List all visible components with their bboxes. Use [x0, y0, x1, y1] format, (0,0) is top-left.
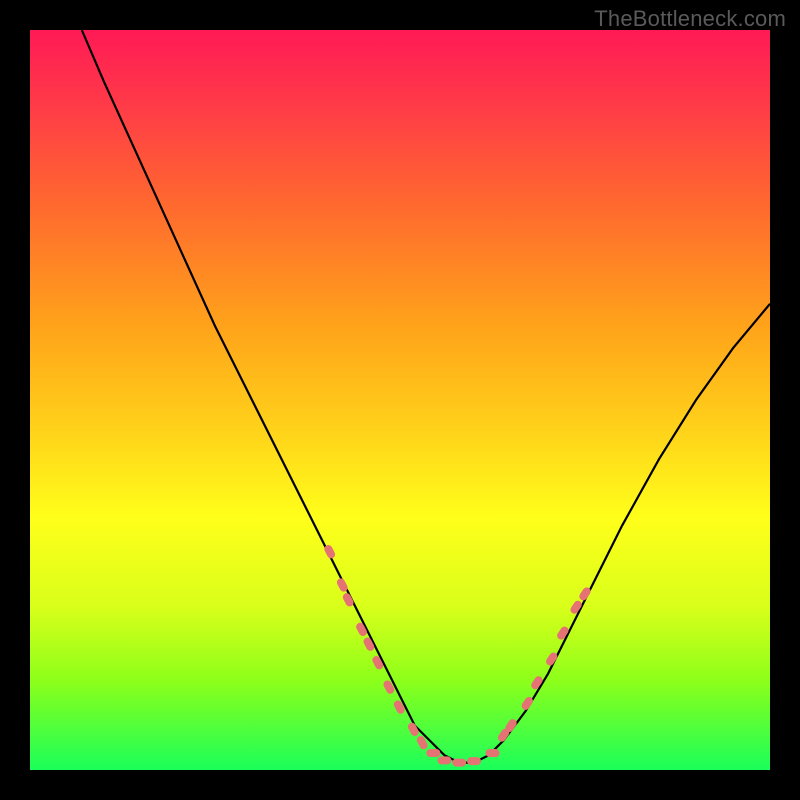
- chart-curve: [82, 30, 770, 763]
- chart-dot: [467, 757, 481, 765]
- chart-dot: [486, 749, 500, 757]
- chart-dot: [452, 759, 466, 767]
- watermark-text: TheBottleneck.com: [594, 6, 786, 32]
- chart-dot: [437, 756, 451, 764]
- chart-dot: [426, 749, 440, 757]
- chart-dot: [544, 651, 558, 667]
- chart-frame: TheBottleneck.com: [0, 0, 800, 800]
- chart-svg: [30, 30, 770, 770]
- chart-dots: [323, 544, 592, 767]
- chart-plot-area: [30, 30, 770, 770]
- chart-dot: [392, 699, 406, 715]
